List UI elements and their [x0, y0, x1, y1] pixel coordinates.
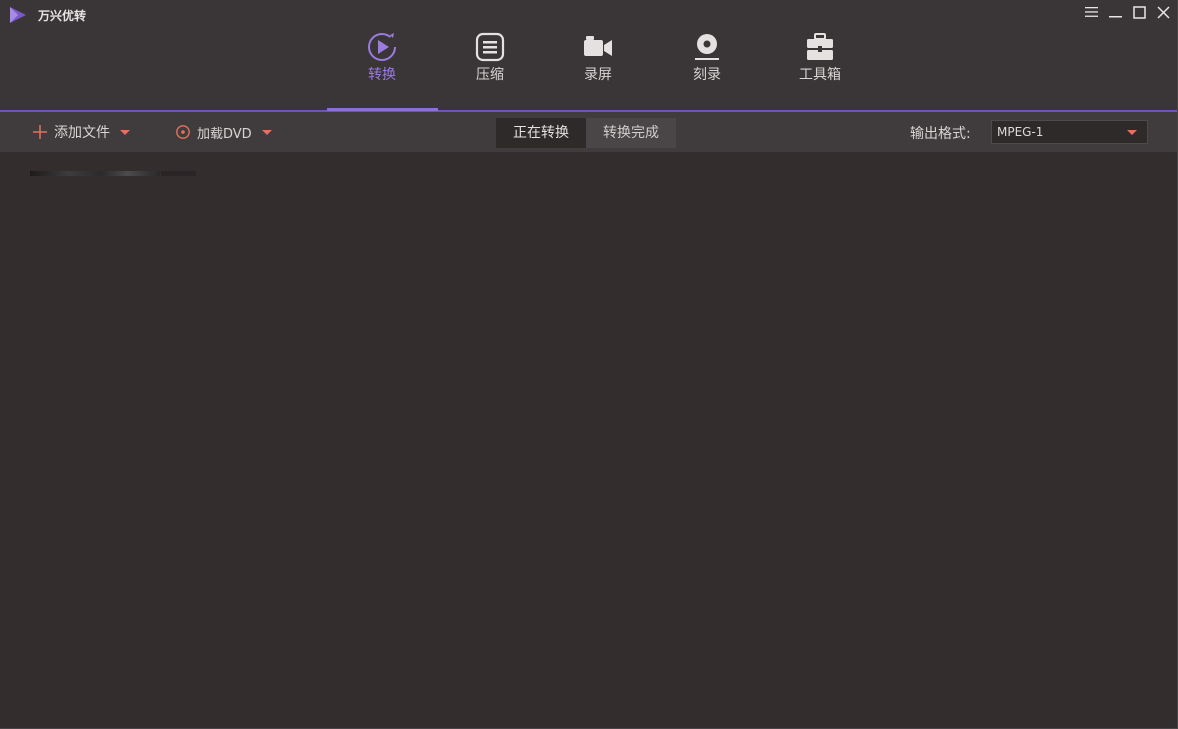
- load-dvd-button[interactable]: 加载DVD: [175, 121, 272, 143]
- app-window: 万兴优转 转换 压缩 录屏 刻录 工具箱 添加文件 加载DVD 正在转换 转换完…: [0, 0, 1178, 729]
- camera-record-icon: [584, 36, 612, 56]
- title-bar: 万兴优转 转换 压缩 录屏 刻录 工具箱: [0, 0, 1178, 110]
- convert-play-icon: [368, 33, 396, 61]
- tab-compress-label: 压缩: [476, 67, 504, 83]
- file-list: [0, 152, 1178, 729]
- compress-icon: [475, 32, 505, 62]
- tab-converting[interactable]: 正在转换: [496, 118, 586, 148]
- load-dvd-label: 加载DVD: [197, 126, 252, 142]
- tab-convert-label: 转换: [368, 67, 396, 83]
- tab-toolbox[interactable]: 工具箱: [765, 30, 875, 110]
- add-file-label: 添加文件: [54, 125, 110, 141]
- toolbox-icon: [807, 33, 833, 60]
- tab-convert[interactable]: 转换: [327, 30, 437, 110]
- tab-burn-label: 刻录: [693, 67, 721, 83]
- chevron-down-icon: [1127, 130, 1137, 135]
- tab-converted[interactable]: 转换完成: [586, 118, 676, 148]
- toolbar: 添加文件 加载DVD 正在转换 转换完成 输出格式: MPEG-1: [0, 112, 1178, 152]
- tab-toolbox-label: 工具箱: [799, 67, 841, 83]
- tab-compress[interactable]: 压缩: [435, 30, 545, 110]
- status-segment: 正在转换 转换完成: [496, 118, 676, 148]
- active-tab-indicator: [327, 108, 438, 111]
- list-body: [0, 176, 1178, 729]
- tab-record[interactable]: 录屏: [543, 30, 653, 110]
- tab-record-label: 录屏: [584, 67, 612, 83]
- add-file-button[interactable]: 添加文件: [32, 121, 130, 143]
- tab-burn[interactable]: 刻录: [652, 30, 762, 110]
- add-file-dropdown-icon[interactable]: [120, 129, 130, 135]
- output-format-label: 输出格式:: [910, 126, 971, 142]
- output-format-select[interactable]: MPEG-1: [991, 120, 1148, 144]
- plus-icon: [33, 125, 47, 139]
- dvd-disc-icon: [176, 125, 190, 139]
- disc-burn-icon: [695, 34, 719, 60]
- load-dvd-dropdown-icon[interactable]: [261, 129, 272, 135]
- output-format-value: MPEG-1: [997, 125, 1044, 139]
- main-nav: 转换 压缩 录屏 刻录 工具箱: [0, 0, 1178, 110]
